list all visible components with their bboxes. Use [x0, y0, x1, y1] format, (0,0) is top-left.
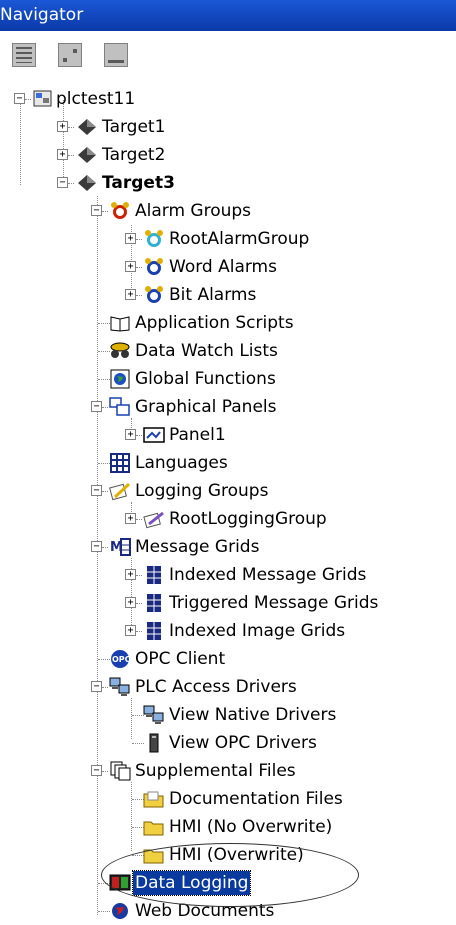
grid-document-icon — [147, 566, 161, 584]
collapse-toggle[interactable]: − — [91, 541, 102, 552]
watch-glasses-icon — [110, 342, 130, 358]
alarm-clock-icon — [145, 286, 163, 303]
globe-icon — [110, 369, 130, 389]
tree-item-root-logging-group[interactable]: + RootLoggingGroup — [0, 505, 360, 533]
svg-text:OPC: OPC — [112, 655, 131, 664]
expand-toggle[interactable]: + — [125, 289, 136, 300]
collapse-toggle[interactable]: − — [91, 765, 102, 776]
tree-item-data-watch-lists[interactable]: Data Watch Lists — [0, 337, 340, 365]
panel-view-icon[interactable] — [104, 43, 128, 67]
project-icon — [33, 90, 52, 107]
tree-item-supplemental-files[interactable]: − Supplemental Files — [0, 757, 340, 785]
tree-item-target1[interactable]: + Target1 — [0, 113, 220, 141]
collapse-toggle[interactable]: − — [91, 205, 102, 216]
message-grid-icon: M — [110, 538, 131, 556]
target-diamond-icon — [78, 119, 96, 135]
tree-item-indexed-image-grids[interactable]: + Indexed Image Grids — [0, 617, 400, 645]
highlight-ellipse-annotation — [101, 843, 359, 907]
expand-toggle[interactable]: + — [125, 625, 136, 636]
tree-item-application-scripts[interactable]: Application Scripts — [0, 309, 340, 337]
open-book-icon — [110, 316, 130, 332]
tree-item-message-grids[interactable]: − M Message Grids — [0, 533, 340, 561]
tree-item-languages[interactable]: Languages — [0, 449, 340, 477]
expand-toggle[interactable]: + — [125, 233, 136, 244]
tree-item-word-alarms[interactable]: + Word Alarms — [0, 253, 340, 281]
panels-icon — [109, 397, 130, 416]
tree-item-documentation-files[interactable]: Documentation Files — [0, 785, 380, 813]
target-diamond-icon — [78, 175, 96, 191]
grid-view-icon[interactable] — [12, 43, 36, 67]
expand-toggle[interactable]: + — [125, 569, 136, 580]
tree-item-alarm-groups[interactable]: − Alarm Groups — [0, 197, 300, 225]
panel-icon — [143, 427, 165, 443]
expand-toggle[interactable]: + — [57, 121, 68, 132]
logging-pencil-icon — [109, 482, 131, 501]
logging-pencil-icon — [143, 511, 164, 529]
collapse-toggle[interactable]: − — [91, 681, 102, 692]
target-diamond-icon — [78, 147, 96, 163]
tree-item-plctest11[interactable]: − plctest11 — [0, 85, 200, 113]
folder-open-icon — [143, 791, 164, 808]
server-tower-icon — [149, 733, 159, 753]
tree-item-panel1[interactable]: + Panel1 — [0, 421, 340, 449]
tree-item-global-functions[interactable]: Global Functions — [0, 365, 340, 393]
tree-item-target2[interactable]: + Target2 — [0, 141, 220, 169]
tree-item-root-alarm-group[interactable]: + RootAlarmGroup — [0, 225, 340, 253]
project-tree: − plctest11 + Target1 + Target2 − Target… — [0, 79, 456, 922]
tree-item-bit-alarms[interactable]: + Bit Alarms — [0, 281, 340, 309]
tree-item-indexed-message-grids[interactable]: + Indexed Message Grids — [0, 561, 400, 589]
tree-item-triggered-message-grids[interactable]: + Triggered Message Grids — [0, 589, 420, 617]
computers-network-icon — [143, 705, 164, 724]
tree-item-target3[interactable]: − Target3 — [0, 169, 220, 197]
expand-toggle[interactable]: + — [125, 429, 136, 440]
tree-item-opc-client[interactable]: OPC OPC Client — [0, 645, 340, 673]
collapse-toggle[interactable]: − — [57, 177, 68, 188]
expand-toggle[interactable]: + — [125, 261, 136, 272]
grid-document-icon — [147, 622, 161, 640]
table-icon — [110, 453, 130, 473]
expand-toggle[interactable]: + — [57, 149, 68, 160]
navigator-title-bar: Navigator — [0, 0, 456, 31]
collapse-toggle[interactable]: − — [91, 401, 102, 412]
grid-document-icon — [147, 594, 161, 612]
tree-item-hmi-no-overwrite[interactable]: HMI (No Overwrite) — [0, 813, 380, 841]
tree-item-plc-access-drivers[interactable]: − PLC Access Drivers — [0, 673, 340, 701]
toolbar — [0, 31, 456, 79]
opc-globe-icon: OPC — [111, 650, 131, 668]
collapse-toggle[interactable]: − — [14, 93, 25, 104]
stacked-files-icon — [110, 761, 131, 781]
tree-item-view-native-drivers[interactable]: View Native Drivers — [0, 701, 360, 729]
tree-item-logging-groups[interactable]: − Logging Groups — [0, 477, 340, 505]
expand-toggle[interactable]: + — [125, 513, 136, 524]
window-title: Navigator — [0, 5, 84, 25]
folder-icon — [143, 821, 164, 836]
collapse-toggle[interactable]: − — [91, 485, 102, 496]
chart-view-icon[interactable] — [58, 43, 82, 67]
tree-item-view-opc-drivers[interactable]: View OPC Drivers — [0, 729, 360, 757]
alarm-clock-icon — [145, 258, 163, 275]
tree-item-graphical-panels[interactable]: − Graphical Panels — [0, 393, 340, 421]
expand-toggle[interactable]: + — [125, 597, 136, 608]
alarm-clock-icon — [145, 230, 163, 247]
web-globe-icon — [112, 903, 128, 919]
computers-network-icon — [109, 677, 130, 696]
alarm-clock-icon — [111, 202, 129, 219]
